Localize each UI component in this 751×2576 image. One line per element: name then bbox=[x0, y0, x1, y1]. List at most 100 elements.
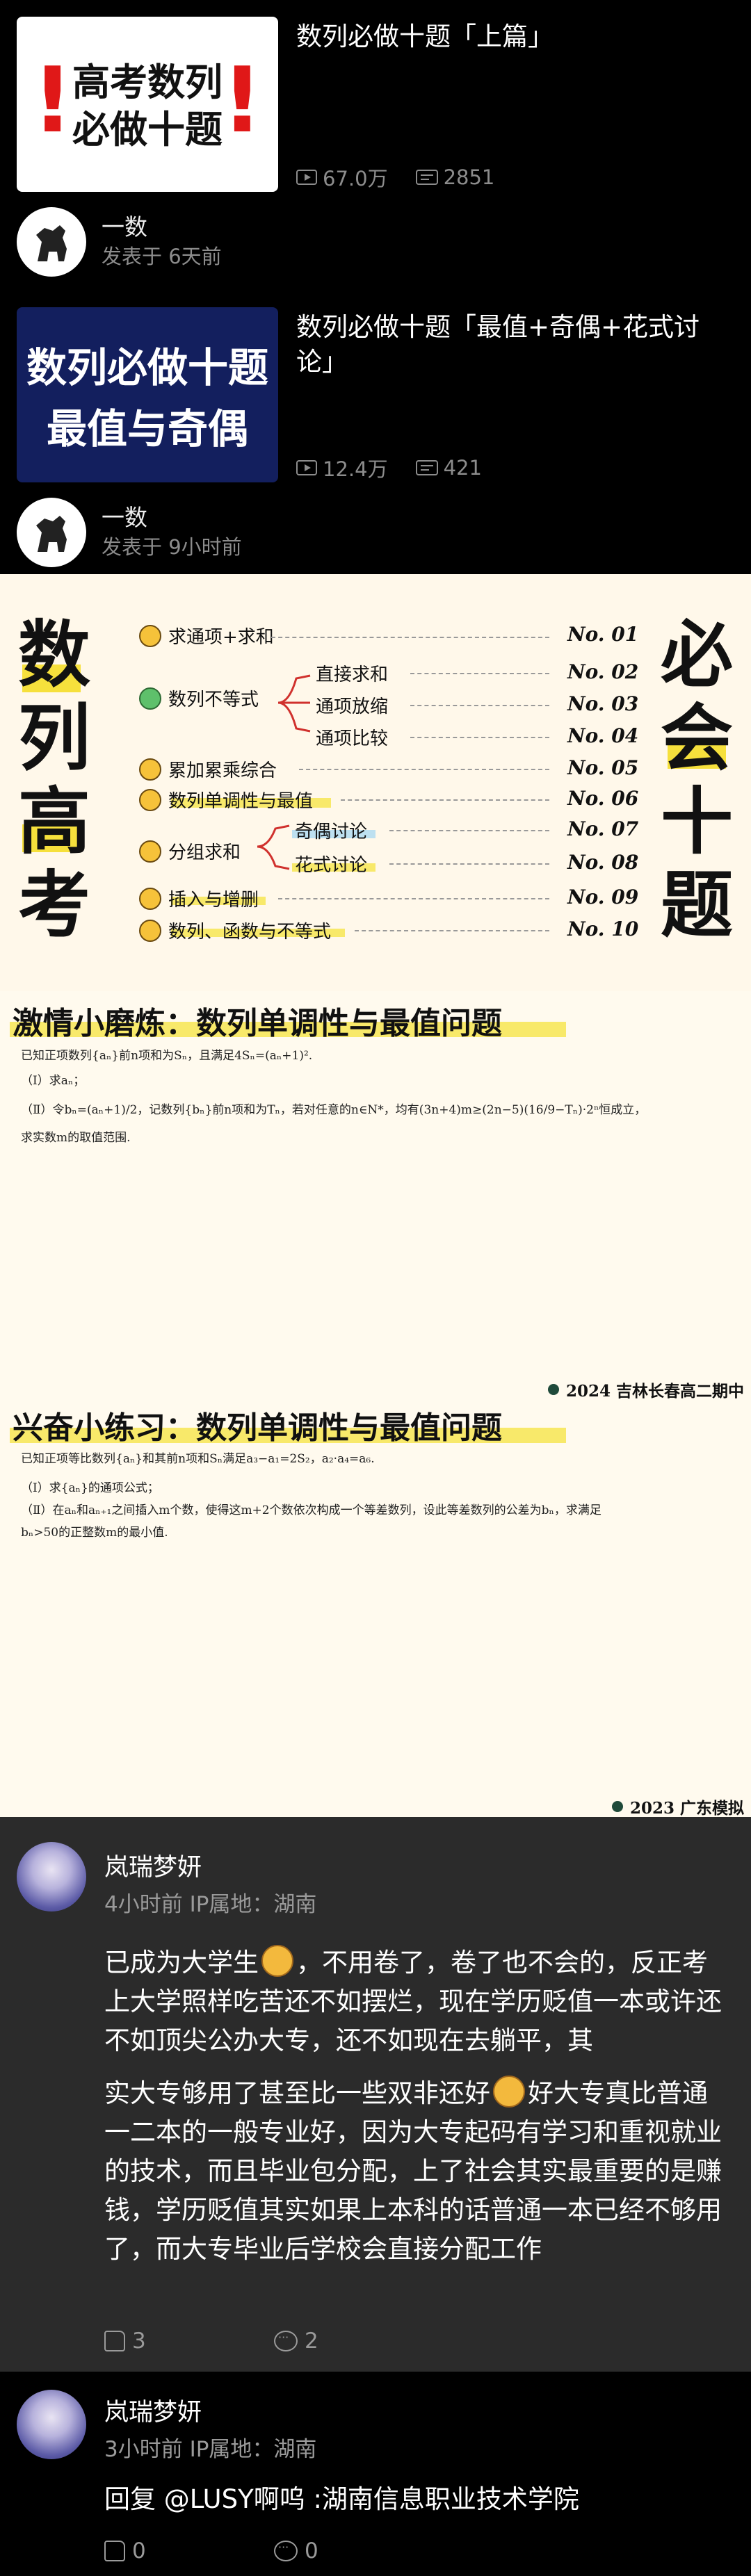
topic-label: 分组求和 bbox=[168, 842, 241, 863]
author-avatar[interactable] bbox=[17, 207, 86, 277]
topic-label: 数列单调性与最值 bbox=[168, 791, 314, 812]
poster-right-char: 十 bbox=[660, 778, 733, 864]
topic-item: 分组求和 bbox=[139, 838, 241, 864]
item-number: No. 05 bbox=[567, 756, 639, 779]
dashed-line bbox=[410, 673, 549, 674]
emoji-icon bbox=[139, 840, 161, 863]
subtopic-item: 通项放缩 bbox=[316, 696, 389, 717]
poster-left-char: 考 bbox=[17, 862, 90, 947]
thumbs-up-icon bbox=[104, 2331, 125, 2351]
reply-count: 0 bbox=[305, 2538, 318, 2563]
comment-text: 已成为大学生 bbox=[104, 1948, 259, 1978]
dinosaur-icon bbox=[36, 516, 67, 552]
problem-card: 激情小磨炼：数列单调性与最值问题 已知正项数列{aₙ}前n项和为Sₙ，且满足4S… bbox=[0, 991, 751, 1401]
video-thumbnail[interactable]: 数列必做十题 最值与奇偶 bbox=[17, 307, 278, 482]
thumbnail-text: 必做十题 bbox=[72, 108, 223, 152]
item-number: No. 02 bbox=[567, 660, 639, 683]
video-title[interactable]: 数列必做十题「最值+奇偶+花式讨论」 bbox=[296, 310, 734, 380]
topic-label: 数列、函数与不等式 bbox=[168, 922, 332, 943]
commenter-avatar[interactable] bbox=[17, 1842, 86, 1911]
item-number: No. 01 bbox=[567, 623, 639, 646]
comment-bubble-icon bbox=[274, 2541, 298, 2561]
comment: 岚瑞梦妍 4小时前 IP属地：湖南 已成为大学生 ，不用卷了，卷了也不会的，反正考… bbox=[0, 1817, 751, 2372]
emoji-icon bbox=[139, 758, 161, 781]
topic-label: 插入与增删 bbox=[168, 890, 259, 911]
comment-meta: 3小时前 IP属地：湖南 bbox=[104, 2437, 317, 2462]
danmaku-icon bbox=[415, 170, 438, 185]
commenter-name[interactable]: 岚瑞梦妍 bbox=[104, 2392, 202, 2428]
dashed-line bbox=[389, 830, 549, 831]
topic-label: 求通项+求和 bbox=[168, 627, 274, 648]
topic-item: 求通项+求和 bbox=[139, 623, 274, 649]
commenter-avatar[interactable] bbox=[17, 2390, 86, 2459]
poster-left-char: 数 bbox=[17, 612, 90, 697]
post-time: 发表于 6天前 bbox=[102, 245, 222, 268]
dashed-line bbox=[410, 705, 549, 706]
author-avatar[interactable] bbox=[17, 498, 86, 567]
danmaku-icon bbox=[415, 460, 438, 475]
author-name[interactable]: 一数 bbox=[102, 209, 147, 242]
video-thumbnail[interactable]: ! ! 高考数列 必做十题 bbox=[17, 17, 278, 192]
poster-right-char: 必 bbox=[660, 612, 733, 697]
video-stats: 67.0万 2851 bbox=[296, 163, 494, 192]
thumbnail-text: 数列必做十题 bbox=[26, 344, 268, 391]
topic-item: 数列不等式 bbox=[139, 685, 259, 711]
problem-source: 2023 广东模拟 bbox=[611, 1795, 744, 1818]
poster-right-char: 题 bbox=[660, 862, 733, 947]
emoji-icon bbox=[139, 624, 161, 647]
subtopic-item: 奇偶讨论 bbox=[295, 822, 368, 842]
problem-line: 已知正项数列{aₙ}前n项和为Sₙ，且满足4Sₙ=(aₙ+1)². bbox=[21, 1049, 313, 1063]
problem-line: （Ⅱ）在aₙ和aₙ₊₁之间插入m个数，使得这m+2个数依次构成一个等差数列，设此… bbox=[21, 1503, 601, 1517]
comment-text: 实大专够用了甚至比一些双非还好 bbox=[104, 2078, 490, 2108]
author-name[interactable]: 一数 bbox=[102, 499, 147, 532]
poster-left-char: 高 bbox=[17, 778, 90, 864]
danmaku-count: 421 bbox=[443, 456, 482, 480]
subtopic-item: 通项比较 bbox=[316, 728, 389, 749]
commenter-name[interactable]: 岚瑞梦妍 bbox=[104, 1848, 202, 1883]
comment-body: 回复 @LUSY啊呜 :湖南信息职业技术学院 bbox=[104, 2484, 579, 2514]
problem-line: bₙ>50的正整数m的最小值. bbox=[21, 1526, 168, 1540]
problem-card: 兴奋小练习：数列单调性与最值问题 已知正项等比数列{aₙ}和其前n项和Sₙ满足a… bbox=[0, 1400, 751, 1818]
thumbs-up-icon bbox=[104, 2541, 125, 2561]
dashed-line bbox=[389, 863, 549, 865]
item-number: No. 09 bbox=[567, 886, 639, 908]
topic-item: 插入与增删 bbox=[139, 886, 259, 911]
poster-right-char: 会 bbox=[660, 695, 733, 781]
dashed-line bbox=[271, 637, 549, 638]
reply-button[interactable]: 0 bbox=[274, 2538, 318, 2563]
topic-label: 累加累乘综合 bbox=[168, 760, 277, 781]
like-count: 3 bbox=[132, 2329, 146, 2354]
view-count: 67.0万 bbox=[323, 167, 388, 190]
item-number: No. 06 bbox=[567, 787, 639, 810]
emoji-icon bbox=[139, 788, 161, 811]
reply-button[interactable]: 2 bbox=[274, 2329, 318, 2354]
item-number: No. 10 bbox=[567, 918, 639, 940]
like-button[interactable]: 0 bbox=[104, 2538, 146, 2563]
reply-count: 2 bbox=[305, 2329, 318, 2354]
like-button[interactable]: 3 bbox=[104, 2329, 146, 2354]
subtopic-item: 花式讨论 bbox=[295, 855, 368, 876]
topic-label: 数列不等式 bbox=[168, 690, 259, 710]
topic-item: 数列、函数与不等式 bbox=[139, 918, 331, 943]
post-time: 发表于 9小时前 bbox=[102, 535, 242, 559]
branch-arrow-icon bbox=[257, 824, 290, 870]
emoji-icon bbox=[493, 2076, 525, 2108]
source-label: 2024 吉林长春高二期中 bbox=[565, 1382, 744, 1401]
poster-left-char: 列 bbox=[17, 695, 90, 781]
subtopic-item: 直接求和 bbox=[316, 665, 389, 685]
play-count-icon bbox=[296, 170, 317, 185]
video-title[interactable]: 数列必做十题「上篇」 bbox=[296, 19, 734, 54]
problem-line: 已知正项等比数列{aₙ}和其前n项和Sₙ满足a₃−a₁=2S₂，a₂·a₄=a₆… bbox=[21, 1452, 375, 1466]
bullet-icon bbox=[547, 1384, 559, 1395]
comment-meta: 4小时前 IP属地：湖南 bbox=[104, 1892, 317, 1917]
problem-line: （Ⅰ）求aₙ； bbox=[21, 1074, 86, 1088]
video-feed: ! ! 高考数列 必做十题 数列必做十题「上篇」 67.0万 2851 一数 发… bbox=[0, 0, 751, 574]
topic-item: 累加累乘综合 bbox=[139, 756, 277, 782]
dinosaur-icon bbox=[36, 225, 67, 261]
comment-body: 已成为大学生 ，不用卷了，卷了也不会的，反正考上大学照样吃苦还不如摆烂，现在学历贬… bbox=[104, 1943, 730, 2269]
dashed-line bbox=[341, 799, 549, 801]
problem-line: （Ⅱ）令bₙ=(aₙ+1)/2，记数列{bₙ}前n项和为Tₙ，若对任意的n∈N*… bbox=[21, 1103, 647, 1117]
source-label: 2023 广东模拟 bbox=[629, 1799, 744, 1818]
topic-poster: 数 列 高 考 必 会 十 题 求通项+求和 No. 01 数列不等式 直接求和… bbox=[0, 574, 751, 991]
play-count-icon bbox=[296, 460, 317, 475]
